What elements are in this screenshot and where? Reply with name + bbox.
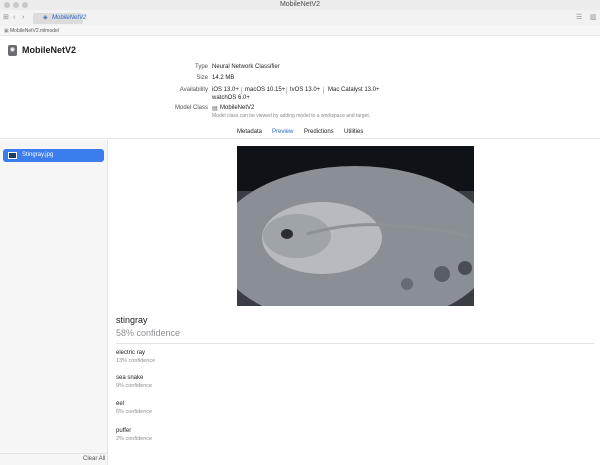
prediction-confidence: 6% confidence <box>116 409 153 415</box>
top-prediction-label: stingray <box>116 315 148 325</box>
availability-mac-catalyst: Mac Catalyst 13.0+ <box>328 87 380 93</box>
clear-all-button[interactable]: Clear All <box>83 456 105 462</box>
list-icon[interactable]: ☰ <box>576 13 582 23</box>
size-label: Size <box>196 75 208 81</box>
toolbar: ⊞ ‹ › ◈ MobileNetV2 ☰ ▥ <box>0 10 600 26</box>
tab-predictions[interactable]: Predictions <box>304 129 334 135</box>
sidebar-toggle-icon[interactable]: ▥ <box>590 13 597 23</box>
preview-image <box>237 146 474 306</box>
model-file-icon: ◈ <box>43 15 48 21</box>
availability-divider <box>323 87 324 94</box>
prediction-label: electric ray <box>116 350 146 356</box>
type-label: Type <box>194 64 208 70</box>
model-title: MobileNetV2 <box>22 45 77 55</box>
type-value: Neural Network Classifier <box>212 64 280 70</box>
prediction-label: puffer <box>116 428 132 434</box>
model-icon: ◉ <box>8 45 17 56</box>
tab-preview[interactable]: Preview <box>272 129 293 135</box>
availability-ios: iOS 13.0+ <box>212 87 239 93</box>
prediction-label: eel <box>116 401 125 407</box>
model-class-value[interactable]: MobileNetV2 <box>220 105 254 111</box>
section-tabs: Metadata Preview Predictions Utilities <box>0 125 600 139</box>
preview-sidebar: Stingray.jpg <box>0 140 108 465</box>
tab-metadata[interactable]: Metadata <box>237 129 262 135</box>
availability-divider <box>286 87 287 94</box>
back-icon[interactable]: ‹ <box>13 13 15 23</box>
availability-watchos: watchOS 6.0+ <box>212 95 250 101</box>
grid-icon[interactable]: ⊞ <box>3 13 9 23</box>
availability-macos: macOS 10.15+ <box>245 87 286 93</box>
tab-utilities[interactable]: Utilities <box>344 129 363 135</box>
top-prediction-confidence: 58% confidence <box>116 328 181 338</box>
availability-divider <box>241 87 242 94</box>
availability-tvos: tvOS 13.0+ <box>290 87 321 93</box>
sidebar-footer-divider <box>0 453 108 454</box>
window-title: MobileNetV2 <box>279 1 321 8</box>
model-class-label: Model Class <box>174 105 208 111</box>
prediction-label: sea snake <box>116 375 144 381</box>
file-icon: ▣ <box>4 28 9 34</box>
size-value: 14.2 MB <box>212 75 235 81</box>
prediction-confidence: 9% confidence <box>116 383 153 389</box>
class-file-icon: ▤ <box>212 106 218 112</box>
sidebar-item-stingray[interactable]: Stingray.jpg <box>3 149 104 162</box>
prediction-divider <box>116 343 594 344</box>
editor-tab[interactable]: ◈ MobileNetV2 <box>33 13 87 24</box>
forward-icon[interactable]: › <box>22 13 24 23</box>
title-bar: MobileNetV2 <box>0 0 600 10</box>
image-thumbnail-icon <box>8 152 17 159</box>
stingray-image-svg <box>237 146 474 306</box>
editor-tab-label: MobileNetV2 <box>52 15 87 21</box>
prediction-confidence: 13% confidence <box>116 358 156 364</box>
prediction-confidence: 2% confidence <box>116 436 153 442</box>
file-path[interactable]: MobileNetV2.mlmodel <box>10 28 59 34</box>
sidebar-item-label: Stingray.jpg <box>22 152 54 158</box>
availability-label: Availability <box>179 87 208 93</box>
path-bar: ▣ MobileNetV2.mlmodel <box>0 26 600 36</box>
model-class-note: Model class can be viewed by adding mode… <box>212 113 371 119</box>
